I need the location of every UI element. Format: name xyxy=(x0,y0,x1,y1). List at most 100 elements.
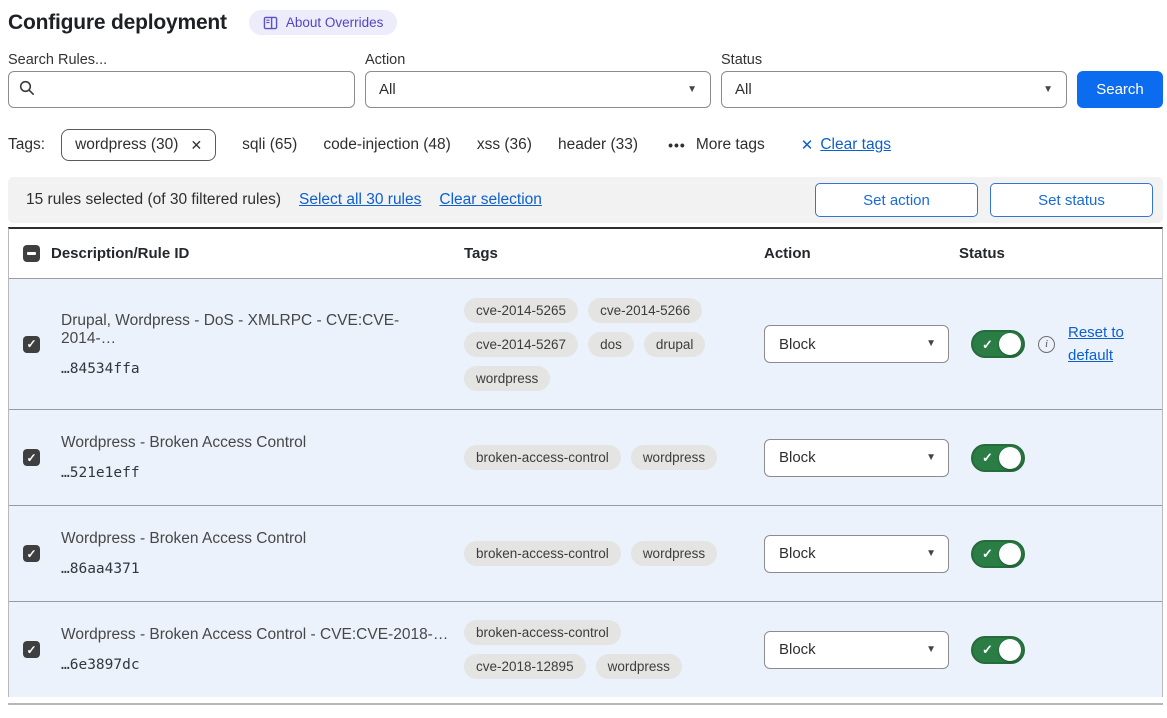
info-icon[interactable]: i xyxy=(1038,336,1055,353)
reset-to-default-link[interactable]: Reset to default xyxy=(1068,321,1134,368)
check-icon: ✓ xyxy=(982,451,993,464)
tag-pill: broken-access-control xyxy=(464,620,621,645)
status-filter-field: Status All ▼ xyxy=(721,52,1067,108)
table-row: ✓ Wordpress - Broken Access Control …86a… xyxy=(9,505,1162,601)
row-checkbox[interactable]: ✓ xyxy=(23,336,40,353)
chevron-down-icon: ▼ xyxy=(926,549,936,559)
clear-tags-label: Clear tags xyxy=(820,136,891,154)
row-action-select[interactable]: Block ▼ xyxy=(764,325,949,363)
chevron-down-icon: ▼ xyxy=(926,645,936,655)
rule-id: …86aa4371 xyxy=(61,561,454,577)
toggle-knob xyxy=(999,333,1021,355)
tag-pill: wordpress xyxy=(631,541,717,566)
page-title: Configure deployment xyxy=(8,11,227,35)
tag-pill: cve-2014-5265 xyxy=(464,298,578,323)
rule-id: …521e1eff xyxy=(61,465,454,481)
rule-tags: broken-access-control cve-2018-12895 wor… xyxy=(464,620,764,679)
row-checkbox[interactable]: ✓ xyxy=(23,545,40,562)
rule-id: …6e3897dc xyxy=(61,657,454,673)
status-filter-label: Status xyxy=(721,52,1067,68)
select-all-rules-link[interactable]: Select all 30 rules xyxy=(299,191,421,209)
action-filter-field: Action All ▼ xyxy=(365,52,711,108)
page-header: Configure deployment About Overrides xyxy=(8,10,1163,35)
search-rules-input[interactable] xyxy=(8,71,355,108)
tag-filter-xss[interactable]: xss (36) xyxy=(477,136,532,154)
col-action-header: Action xyxy=(764,245,959,262)
tag-pill: drupal xyxy=(644,332,706,357)
row-action-value: Block xyxy=(779,336,816,353)
more-tags-button[interactable]: ••• More tags xyxy=(668,136,765,154)
ellipsis-icon: ••• xyxy=(668,137,686,153)
toggle-knob xyxy=(999,543,1021,565)
row-action-select[interactable]: Block ▼ xyxy=(764,631,949,669)
tags-label: Tags: xyxy=(8,136,45,154)
filters-row: Search Rules... Action All ▼ Status xyxy=(8,52,1163,108)
clear-selection-link[interactable]: Clear selection xyxy=(439,191,542,209)
col-tags-header: Tags xyxy=(464,245,764,262)
row-checkbox[interactable]: ✓ xyxy=(23,641,40,658)
row-action-select[interactable]: Block ▼ xyxy=(764,535,949,573)
tag-pill: broken-access-control xyxy=(464,541,621,566)
action-filter-label: Action xyxy=(365,52,711,68)
tag-pill: wordpress xyxy=(631,445,717,470)
row-action-value: Block xyxy=(779,449,816,466)
rules-table: Description/Rule ID Tags Action Status ✓… xyxy=(8,227,1163,697)
col-status-header: Status xyxy=(959,245,1162,262)
check-icon: ✓ xyxy=(26,548,36,560)
tag-pill: cve-2014-5267 xyxy=(464,332,578,357)
remove-tag-icon[interactable]: ✕ xyxy=(190,137,202,154)
toggle-knob xyxy=(999,639,1021,661)
selection-summary: 15 rules selected (of 30 filtered rules) xyxy=(26,191,281,209)
more-tags-label: More tags xyxy=(696,136,765,154)
row-checkbox[interactable]: ✓ xyxy=(23,449,40,466)
book-icon xyxy=(263,16,278,30)
action-filter-select[interactable]: All ▼ xyxy=(365,71,711,108)
tag-pill: cve-2014-5266 xyxy=(588,298,702,323)
chevron-down-icon: ▼ xyxy=(926,339,936,349)
table-row: ✓ Drupal, Wordpress - DoS - XMLRPC - CVE… xyxy=(9,279,1162,409)
selection-bar: 15 rules selected (of 30 filtered rules)… xyxy=(8,177,1163,223)
col-description-header: Description/Rule ID xyxy=(51,245,464,262)
status-toggle-on[interactable]: ✓ xyxy=(971,444,1025,472)
table-row: ✓ Wordpress - Broken Access Control - CV… xyxy=(9,601,1162,697)
chevron-down-icon: ▼ xyxy=(1043,85,1053,95)
rule-tags: cve-2014-5265 cve-2014-5266 cve-2014-526… xyxy=(464,298,764,391)
tag-filter-header[interactable]: header (33) xyxy=(558,136,638,154)
configure-deployment-page: Configure deployment About Overrides Sea… xyxy=(0,0,1167,705)
action-filter-value: All xyxy=(379,81,396,98)
status-toggle-on[interactable]: ✓ xyxy=(971,636,1025,664)
chevron-down-icon: ▼ xyxy=(926,453,936,463)
set-action-button[interactable]: Set action xyxy=(815,183,978,217)
rule-id: …84534ffa xyxy=(61,361,454,377)
check-icon: ✓ xyxy=(982,643,993,656)
header-checkbox[interactable] xyxy=(23,245,40,262)
status-filter-select[interactable]: All ▼ xyxy=(721,71,1067,108)
rule-tags: broken-access-control wordpress xyxy=(464,541,764,566)
tag-pill: broken-access-control xyxy=(464,445,621,470)
tag-pill: cve-2018-12895 xyxy=(464,654,586,679)
status-toggle-on[interactable]: ✓ xyxy=(971,540,1025,568)
set-status-button[interactable]: Set status xyxy=(990,183,1153,217)
table-header: Description/Rule ID Tags Action Status xyxy=(9,229,1162,279)
clear-tags-link[interactable]: ✕ Clear tags xyxy=(801,136,891,154)
tag-pill: wordpress xyxy=(596,654,682,679)
row-action-select[interactable]: Block ▼ xyxy=(764,439,949,477)
search-button[interactable]: Search xyxy=(1077,71,1163,108)
status-toggle-on[interactable]: ✓ xyxy=(971,330,1025,358)
chevron-down-icon: ▼ xyxy=(687,85,697,95)
search-rules-field: Search Rules... xyxy=(8,52,355,108)
bulk-action-buttons: Set action Set status xyxy=(815,183,1153,217)
tag-filter-sqli[interactable]: sqli (65) xyxy=(242,136,297,154)
check-icon: ✓ xyxy=(26,452,36,464)
tag-pill: wordpress xyxy=(464,366,550,391)
status-filter-value: All xyxy=(735,81,752,98)
about-overrides-label: About Overrides xyxy=(286,15,384,30)
rule-description: Drupal, Wordpress - DoS - XMLRPC - CVE:C… xyxy=(61,312,454,348)
tag-filter-code-injection[interactable]: code-injection (48) xyxy=(323,136,451,154)
selected-tag-chip-wordpress[interactable]: wordpress (30) ✕ xyxy=(61,129,216,161)
about-overrides-badge[interactable]: About Overrides xyxy=(249,10,398,35)
toggle-knob xyxy=(999,447,1021,469)
tags-bar: Tags: wordpress (30) ✕ sqli (65) code-in… xyxy=(8,129,1163,161)
table-row: ✓ Wordpress - Broken Access Control …521… xyxy=(9,409,1162,505)
check-icon: ✓ xyxy=(982,547,993,560)
